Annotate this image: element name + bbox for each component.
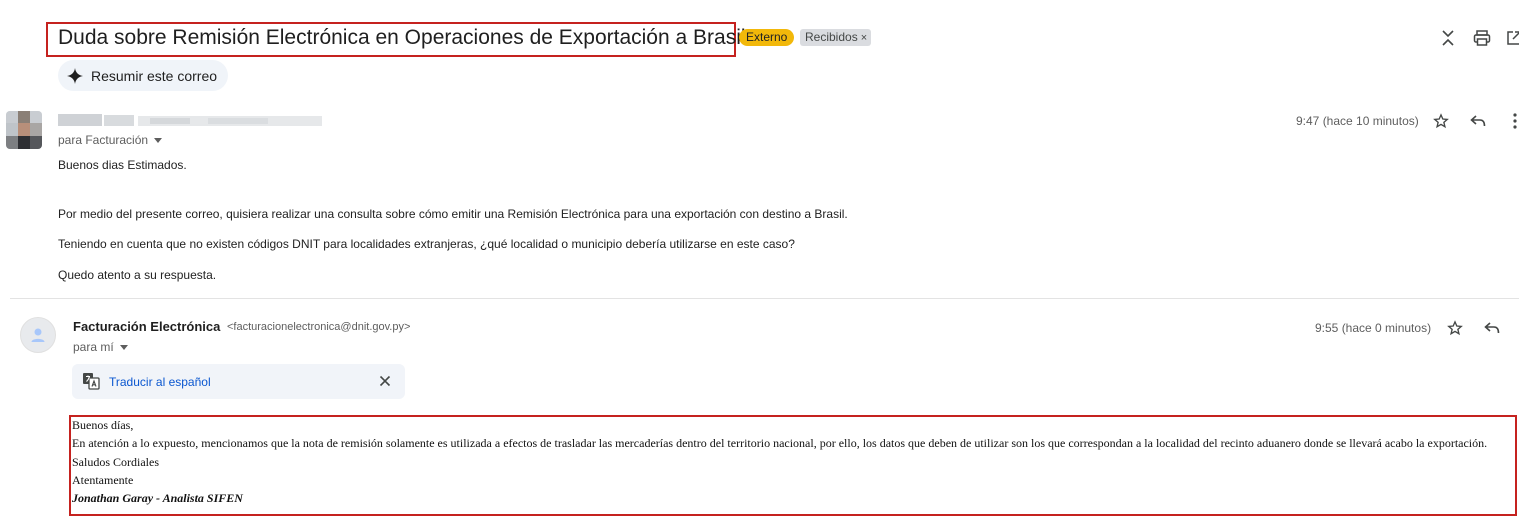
star-icon[interactable] (1445, 318, 1465, 338)
sender-email: <facturacionelectronica@dnit.gov.py> (227, 321, 411, 333)
reply-icon[interactable] (1468, 111, 1488, 131)
message-body-line: Buenos dias Estimados. (58, 158, 187, 172)
reply-highlight-box (69, 415, 1517, 516)
remove-label-icon[interactable]: × (861, 32, 867, 44)
recipient-dropdown[interactable]: para mí (73, 340, 128, 354)
sender-avatar[interactable] (20, 317, 56, 353)
print-icon[interactable] (1471, 27, 1493, 49)
recipient-dropdown[interactable]: para Facturación (58, 133, 163, 147)
reply-body-line: Atentamente (72, 473, 134, 487)
close-icon[interactable] (376, 372, 394, 390)
label-externo[interactable]: Externo (739, 29, 795, 46)
reply-body-line: Buenos días, (72, 418, 134, 432)
open-in-new-icon[interactable] (1503, 27, 1519, 49)
message-divider (10, 298, 1519, 299)
reply-body-line: En atención a lo expuesto, mencionamos q… (72, 436, 1488, 450)
message-body-line: Quedo atento a su respuesta. (58, 268, 217, 282)
reply-icon[interactable] (1482, 318, 1502, 338)
translate-icon (82, 372, 100, 390)
unfold-less-icon[interactable] (1437, 27, 1459, 49)
label-recibidos[interactable]: Recibidos × (800, 29, 872, 46)
chevron-down-icon (119, 344, 128, 350)
star-icon[interactable] (1431, 111, 1451, 131)
message-body-line: Por medio del presente correo, quisiera … (58, 207, 848, 221)
email-subject: Duda sobre Remisión Electrónica en Opera… (58, 26, 746, 49)
message-body-line: Teniendo en cuenta que no existen código… (58, 237, 795, 251)
message-time: 9:47 (hace 10 minutos) (1296, 114, 1419, 128)
recipient-label: para mí (73, 340, 114, 354)
translate-link[interactable]: Traducir al español (109, 375, 211, 389)
signature: Jonathan Garay - Analista SIFEN (72, 491, 243, 505)
summarize-label: Resumir este correo (91, 67, 218, 84)
reply-body-line: Saludos Cordiales (72, 455, 159, 469)
more-vertical-icon[interactable] (1505, 111, 1519, 131)
sparkle-icon (67, 67, 83, 84)
sender-name[interactable]: Facturación Electrónica (73, 319, 220, 334)
recipient-label: para Facturación (58, 133, 149, 147)
sender-name-redacted (58, 114, 322, 128)
person-icon (31, 328, 45, 342)
summarize-email-button[interactable]: Resumir este correo (58, 60, 228, 91)
label-recibidos-text: Recibidos (805, 30, 858, 44)
message-time: 9:55 (hace 0 minutos) (1315, 321, 1432, 335)
chevron-down-icon (154, 137, 163, 143)
translate-banner: Traducir al español (72, 364, 405, 399)
sender-avatar[interactable] (6, 111, 42, 149)
